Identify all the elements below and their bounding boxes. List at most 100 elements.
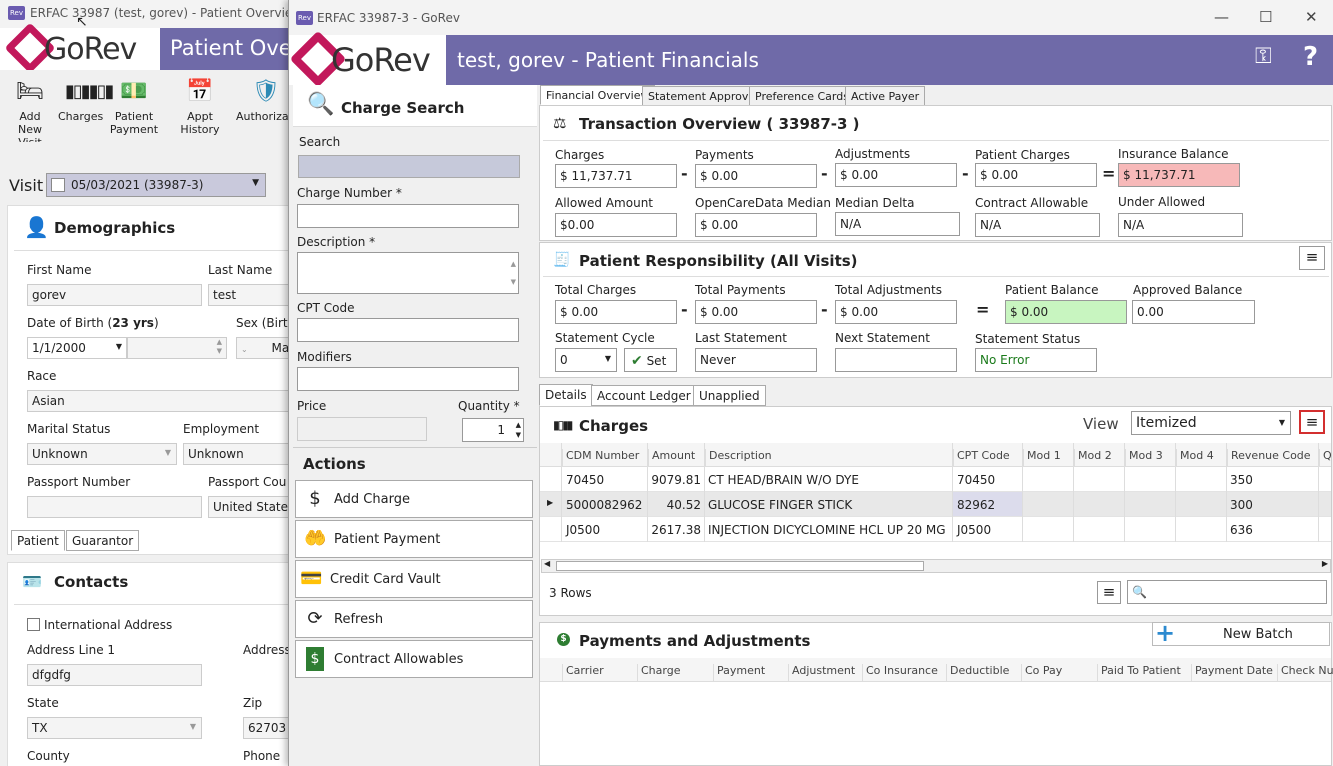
first-name-field[interactable]: gorev [27, 284, 202, 306]
user-keys-icon[interactable]: ⚿ [1255, 44, 1272, 69]
back-window-titlebar[interactable]: Rev ERFAC 33987 (test, gorev) - Patient … [0, 0, 290, 28]
median-delta-field[interactable]: N/A [835, 212, 960, 236]
last-name-field[interactable]: test [208, 284, 290, 306]
spinner-icon[interactable]: ▲ ▼ [516, 420, 521, 440]
column-header[interactable]: Paid To Patient [1097, 664, 1181, 682]
marital-status-select[interactable]: Unknown ▼ [27, 443, 177, 465]
passport-country-field[interactable]: United States [208, 496, 290, 518]
column-header[interactable]: Co Pay [1021, 664, 1062, 682]
charges-button[interactable]: ▮▯▮▮▯▮ Charges [58, 76, 114, 123]
column-header[interactable]: CPT Code [953, 449, 1010, 467]
total-adjustments-field[interactable]: $ 0.00 [835, 300, 957, 324]
charges-field[interactable]: $ 11,737.71 [555, 164, 677, 188]
patient-balance-field[interactable]: $ 0.00 [1005, 300, 1127, 324]
help-icon[interactable]: ? [1303, 42, 1318, 72]
description-input[interactable]: ▲ ▼ [297, 252, 519, 294]
quantity-stepper[interactable]: 1 ▲ ▼ [462, 418, 524, 442]
scroll-right-icon[interactable]: ▶ [1322, 559, 1328, 568]
patient-charges-field[interactable]: $ 0.00 [975, 163, 1097, 187]
appt-history-button[interactable]: 📅 Appt History [168, 76, 232, 136]
statement-status-field[interactable]: No Error [975, 348, 1097, 372]
allowed-amount-field[interactable]: $0.00 [555, 213, 677, 237]
dob-field[interactable]: 1/1/2000 ▼ [27, 337, 127, 359]
column-header[interactable]: Check Nu [1277, 664, 1333, 682]
state-select[interactable]: TX ▼ [27, 717, 202, 739]
payments-field[interactable]: $ 0.00 [695, 164, 817, 188]
dob-time-field[interactable]: ▲ ▼ [127, 337, 227, 359]
charges-filter-input[interactable]: 🔍 [1127, 580, 1327, 604]
zip-field[interactable]: 62703 [243, 717, 290, 739]
add-charge-button[interactable]: $ Add Charge [295, 480, 533, 518]
column-header[interactable]: Amount [648, 449, 695, 467]
new-batch-button[interactable]: + New Batch [1152, 619, 1330, 647]
column-header[interactable]: Co Insurance [862, 664, 938, 682]
close-icon[interactable]: ✕ [1305, 8, 1318, 26]
maximize-icon[interactable]: ☐ [1259, 8, 1272, 26]
scroll-left-icon[interactable]: ◀ [544, 559, 550, 568]
statement-cycle-select[interactable]: 0 ▼ [555, 348, 617, 372]
set-button[interactable]: ✔ Set [624, 348, 677, 372]
passport-field[interactable] [27, 496, 202, 518]
column-header[interactable]: Adjustment [788, 664, 855, 682]
authorization-button[interactable]: 🛡 Authorizati [236, 76, 290, 123]
tab-unapplied[interactable]: Unapplied [693, 385, 766, 406]
tab-guarantor[interactable]: Guarantor [66, 530, 140, 551]
charges-grid-menu-button[interactable]: ≡ [1097, 581, 1121, 604]
table-row[interactable]: 70450 9079.81 CT HEAD/BRAIN W/O DYE 7045… [540, 467, 1331, 492]
tab-statement-approval[interactable]: Statement Approval [642, 86, 765, 106]
table-row[interactable]: J0500 2617.38 INJECTION DICYCLOMINE HCL … [540, 517, 1331, 542]
adjustments-field[interactable]: $ 0.00 [835, 163, 957, 187]
cpt-code-input[interactable] [297, 318, 519, 342]
tab-active-payer[interactable]: Active Payer [845, 86, 926, 106]
scroll-arrows-icon[interactable]: ▲ ▼ [511, 255, 516, 291]
tab-account-ledger[interactable]: Account Ledger [591, 385, 697, 406]
column-header[interactable]: Mod 2 [1074, 449, 1112, 467]
patient-payment-action-button[interactable]: 🤲 Patient Payment [295, 520, 533, 558]
patient-payment-button[interactable]: 💵Patient Payment ⌄ [104, 76, 164, 149]
total-charges-field[interactable]: $ 0.00 [555, 300, 677, 324]
column-header[interactable]: Payment [713, 664, 765, 682]
total-payments-field[interactable]: $ 0.00 [695, 300, 817, 324]
race-field[interactable]: Asian [27, 390, 290, 412]
column-header[interactable]: Mod 3 [1125, 449, 1163, 467]
last-statement-field[interactable]: Never [695, 348, 817, 372]
insurance-balance-field[interactable]: $ 11,737.71 [1118, 163, 1240, 187]
credit-card-vault-button[interactable]: 💳 Credit Card Vault [295, 560, 533, 598]
contract-allowables-button[interactable]: $ Contract Allowables [295, 640, 533, 678]
column-header[interactable]: Charge [637, 664, 680, 682]
minimize-icon[interactable]: — [1214, 8, 1229, 26]
column-header[interactable]: Mod 1 [1023, 449, 1061, 467]
employment-select[interactable]: Unknown [183, 443, 290, 465]
next-statement-field[interactable] [835, 348, 957, 372]
view-select[interactable]: Itemized ▼ [1131, 411, 1291, 435]
charge-number-input[interactable] [297, 204, 519, 228]
search-input[interactable] [298, 155, 520, 178]
price-input[interactable] [297, 417, 427, 441]
tab-patient[interactable]: Patient [11, 530, 65, 551]
column-header[interactable]: Q [1319, 449, 1332, 467]
front-window-titlebar[interactable]: Rev ERFAC 33987-3 - GoRev — ☐ ✕ [289, 0, 1333, 35]
tab-financial-overview[interactable]: Financial Overview [540, 85, 656, 105]
under-allowed-field[interactable]: N/A [1118, 213, 1243, 237]
address-line1-field[interactable]: dfgdfg [27, 664, 202, 686]
refresh-button[interactable]: ⟳ Refresh [295, 600, 533, 638]
column-header[interactable]: Payment Date [1191, 664, 1273, 682]
column-header[interactable]: Revenue Code [1227, 449, 1311, 467]
scrollbar-thumb[interactable] [556, 561, 924, 571]
patient-responsibility-menu-button[interactable]: ≡ [1299, 246, 1325, 270]
column-header[interactable]: Deductible [946, 664, 1009, 682]
column-header[interactable]: CDM Number [562, 449, 639, 467]
column-header[interactable]: Carrier [562, 664, 604, 682]
horizontal-scrollbar[interactable]: ◀ ▶ [541, 559, 1331, 573]
visit-checkbox[interactable] [51, 178, 65, 192]
column-header[interactable]: Mod 4 [1176, 449, 1214, 467]
visit-select[interactable]: 05/03/2021 (33987-3) ▼ [46, 173, 266, 197]
tab-details[interactable]: Details [539, 384, 593, 406]
add-new-visit-button[interactable]: 🛏Add New Visit [6, 76, 54, 149]
tab-preference-cards[interactable]: Preference Cards [749, 86, 855, 106]
charges-menu-button[interactable]: ≡ [1299, 410, 1325, 434]
international-address-checkbox[interactable] [27, 618, 40, 631]
ocd-median-field[interactable]: $ 0.00 [695, 213, 817, 237]
approved-balance-field[interactable]: 0.00 [1132, 300, 1255, 324]
table-row[interactable]: ▶ 5000082962 40.52 GLUCOSE FINGER STICK … [540, 492, 1331, 517]
